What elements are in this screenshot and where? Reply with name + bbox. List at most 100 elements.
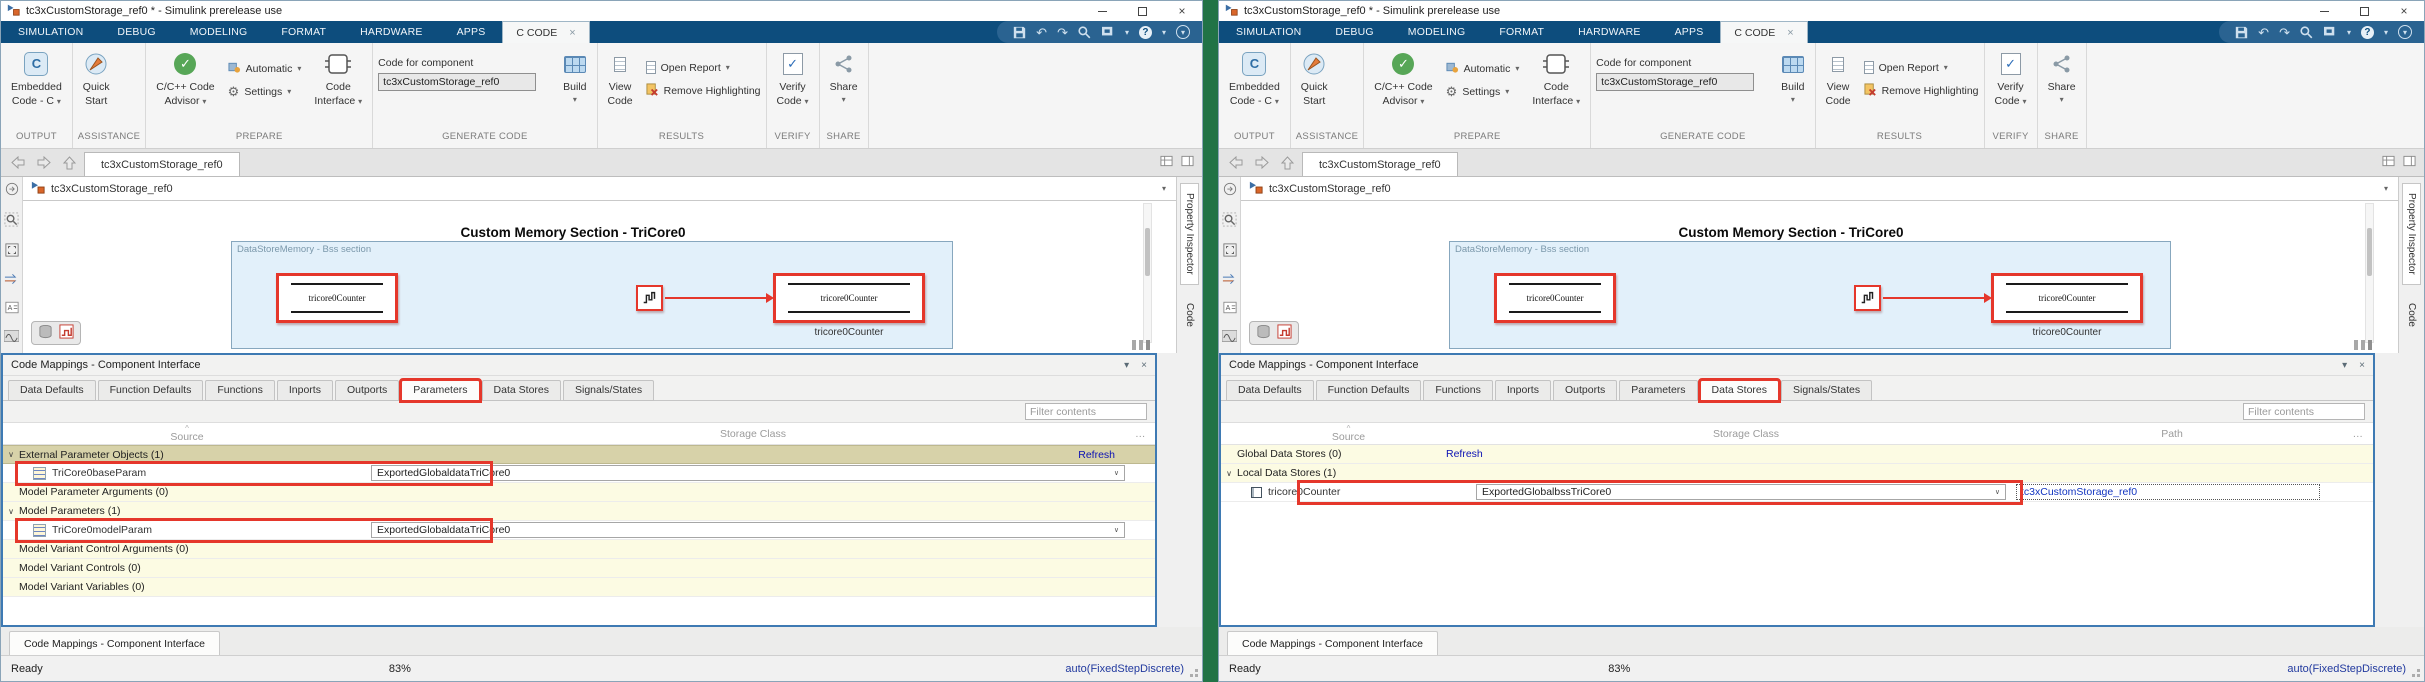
- column-source[interactable]: ^ Source: [1221, 424, 1476, 443]
- group-row-model-variant-controls[interactable]: Model Variant Controls (0): [3, 559, 1155, 578]
- group-row-model-parameters[interactable]: ∨ Model Parameters (1): [3, 502, 1155, 521]
- build-button[interactable]: Build ▾: [558, 48, 591, 106]
- panel-grid-icon[interactable]: [1160, 155, 1173, 170]
- redo-icon[interactable]: ↷: [1057, 26, 1068, 39]
- code-mappings-bottom-tab[interactable]: Code Mappings - Component Interface: [9, 631, 220, 655]
- verify-code-button[interactable]: ✓ Verify Code ▾: [772, 48, 814, 109]
- undo-icon[interactable]: ↶: [1036, 26, 1047, 39]
- save-icon[interactable]: [1013, 26, 1026, 39]
- group-row-local-data-stores[interactable]: ∨ Local Data Stores (1): [1221, 464, 2373, 483]
- code-advisor-button[interactable]: ✓ C/C++ Code Advisor ▾: [1369, 48, 1437, 109]
- tab-simulation[interactable]: SIMULATION: [1, 21, 100, 43]
- component-field[interactable]: [378, 73, 537, 91]
- hide-browser-icon[interactable]: [1223, 182, 1237, 199]
- refresh-link[interactable]: Refresh: [1446, 448, 1483, 460]
- open-report-button[interactable]: Open Report ▾: [645, 61, 761, 74]
- close-tab-icon[interactable]: ×: [1787, 27, 1793, 39]
- panel-close-icon[interactable]: ×: [2359, 360, 2365, 371]
- group-row-model-parameter-arguments[interactable]: Model Parameter Arguments (0): [3, 483, 1155, 502]
- panel-layout-icon[interactable]: [1181, 155, 1194, 170]
- breadcrumb-model-name[interactable]: tc3xCustomStorage_ref0: [51, 183, 173, 195]
- signal-line[interactable]: [1883, 293, 1992, 303]
- tab-apps[interactable]: APPS: [1658, 21, 1721, 43]
- panel-layout-icon[interactable]: [2403, 155, 2416, 170]
- tab-c-code[interactable]: C CODE ×: [1720, 21, 1808, 43]
- table-row-tricore0modelparam[interactable]: TriCore0modelParam ExportedGlobaldataTri…: [3, 521, 1155, 540]
- help-icon[interactable]: ?: [2360, 25, 2374, 39]
- storage-class-combo[interactable]: ExportedGlobaldataTriCore0 ∨: [371, 522, 1125, 538]
- tab-code[interactable]: Code: [1180, 293, 1199, 337]
- data-store-memory-block[interactable]: tricore0Counter: [1494, 273, 1616, 323]
- settings-button[interactable]: ⚙ Settings ▾: [228, 85, 302, 98]
- settings-button[interactable]: ⚙ Settings ▾: [1446, 85, 1520, 98]
- undo-icon[interactable]: ↶: [2258, 26, 2269, 39]
- data-store-write-block[interactable]: tricore0Counter: [773, 273, 925, 323]
- data-store-badge-icon[interactable]: [38, 324, 53, 342]
- data-store-write-block[interactable]: tricore0Counter: [1991, 273, 2143, 323]
- maximize-button[interactable]: [2344, 1, 2384, 21]
- open-report-button[interactable]: Open Report ▾: [1863, 61, 1979, 74]
- window-resize-grip[interactable]: [1195, 674, 1198, 677]
- ptab-parameters[interactable]: Parameters: [1619, 380, 1698, 401]
- back-icon[interactable]: [7, 149, 29, 176]
- canvas-vertical-scrollbar[interactable]: [1143, 203, 1152, 343]
- group-row-model-variant-control-arguments[interactable]: Model Variant Control Arguments (0): [3, 540, 1155, 559]
- refresh-link[interactable]: Refresh: [1078, 449, 1115, 461]
- ptab-inports[interactable]: Inports: [1494, 380, 1551, 401]
- panel-collapse-icon[interactable]: ▾: [1124, 360, 1129, 371]
- status-solver-link[interactable]: auto(FixedStepDiscrete): [2287, 663, 2406, 675]
- group-row-global-data-stores[interactable]: Global Data Stores (0) Refresh: [1221, 445, 2373, 464]
- tab-format[interactable]: FORMAT: [264, 21, 343, 43]
- canvas-resize-grip[interactable]: [2354, 340, 2358, 350]
- model-tab[interactable]: tc3xCustomStorage_ref0: [1302, 152, 1458, 176]
- group-row-model-variant-variables[interactable]: Model Variant Variables (0): [3, 578, 1155, 597]
- tab-code[interactable]: Code: [2402, 293, 2421, 337]
- search-icon[interactable]: [1078, 25, 1091, 39]
- close-button[interactable]: ×: [2384, 1, 2424, 21]
- close-button[interactable]: ×: [1162, 1, 1202, 21]
- column-path[interactable]: Path: [2016, 428, 2328, 440]
- minimize-button[interactable]: [2304, 1, 2344, 21]
- breadcrumb[interactable]: tc3xCustomStorage_ref0 ▾: [23, 177, 1176, 201]
- screenshot-icon[interactable]: [1101, 26, 1115, 38]
- column-more-icon[interactable]: …: [2328, 428, 2373, 440]
- code-mappings-bottom-tab[interactable]: Code Mappings - Component Interface: [1227, 631, 1438, 655]
- ptab-signals-states[interactable]: Signals/States: [1781, 380, 1873, 401]
- filter-input[interactable]: [1025, 403, 1147, 420]
- signal-line[interactable]: [665, 293, 774, 303]
- embedded-code-button[interactable]: C Embedded Code - C ▾: [1224, 48, 1285, 109]
- panel-close-icon[interactable]: ×: [1141, 360, 1147, 371]
- annotation-icon[interactable]: A: [1222, 301, 1237, 317]
- tab-hardware[interactable]: HARDWARE: [343, 21, 439, 43]
- tab-apps[interactable]: APPS: [440, 21, 503, 43]
- ptab-data-defaults[interactable]: Data Defaults: [8, 380, 96, 401]
- canvas-resize-grip[interactable]: [1132, 340, 1136, 350]
- tab-property-inspector[interactable]: Property Inspector: [2402, 183, 2421, 285]
- minimize-button[interactable]: [1082, 1, 1122, 21]
- tab-c-code[interactable]: C CODE ×: [502, 21, 590, 43]
- component-field[interactable]: [1596, 73, 1755, 91]
- filter-input[interactable]: [2243, 403, 2365, 420]
- view-code-button[interactable]: View Code: [1821, 48, 1856, 109]
- model-canvas[interactable]: Custom Memory Section - TriCore0 DataSto…: [23, 201, 1176, 353]
- maximize-button[interactable]: [1122, 1, 1162, 21]
- panel-collapse-icon[interactable]: ▾: [2342, 360, 2347, 371]
- help-dropdown-icon[interactable]: ▾: [1162, 28, 1166, 37]
- breadcrumb-model-name[interactable]: tc3xCustomStorage_ref0: [1269, 183, 1391, 195]
- column-storage-class[interactable]: Storage Class: [371, 428, 1135, 440]
- build-button[interactable]: Build ▾: [1776, 48, 1809, 106]
- tab-simulation[interactable]: SIMULATION: [1219, 21, 1318, 43]
- quick-start-button[interactable]: Quick Start: [1296, 48, 1333, 109]
- screenshot-icon[interactable]: [2323, 26, 2337, 38]
- step-signal-badge-icon[interactable]: [59, 324, 74, 342]
- ptab-function-defaults[interactable]: Function Defaults: [1315, 380, 1422, 401]
- ptab-functions[interactable]: Functions: [205, 380, 275, 401]
- tab-modeling[interactable]: MODELING: [173, 21, 265, 43]
- status-solver-link[interactable]: auto(FixedStepDiscrete): [1065, 663, 1184, 675]
- ptab-function-defaults[interactable]: Function Defaults: [97, 380, 204, 401]
- zoom-region-icon[interactable]: [1222, 212, 1237, 230]
- signal-lines-icon[interactable]: [4, 273, 19, 288]
- ptab-inports[interactable]: Inports: [276, 380, 333, 401]
- search-icon[interactable]: [2300, 25, 2313, 39]
- quick-start-button[interactable]: Quick Start: [78, 48, 115, 109]
